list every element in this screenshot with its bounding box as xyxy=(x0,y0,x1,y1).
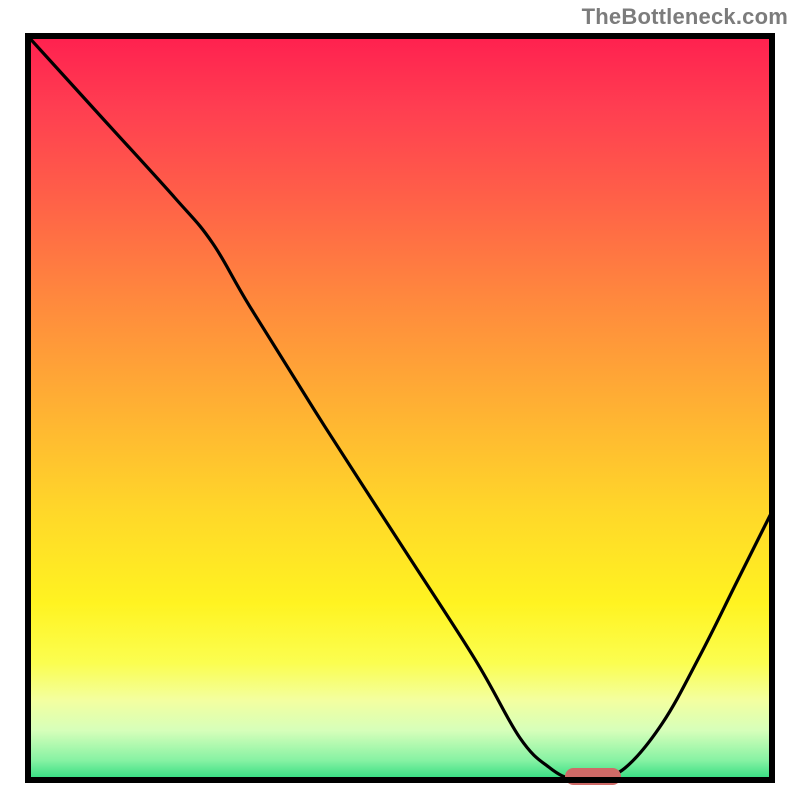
watermark-text: TheBottleneck.com xyxy=(582,4,788,30)
gradient-background xyxy=(25,33,775,783)
plot-area xyxy=(25,33,775,783)
chart-canvas: TheBottleneck.com xyxy=(0,0,800,800)
